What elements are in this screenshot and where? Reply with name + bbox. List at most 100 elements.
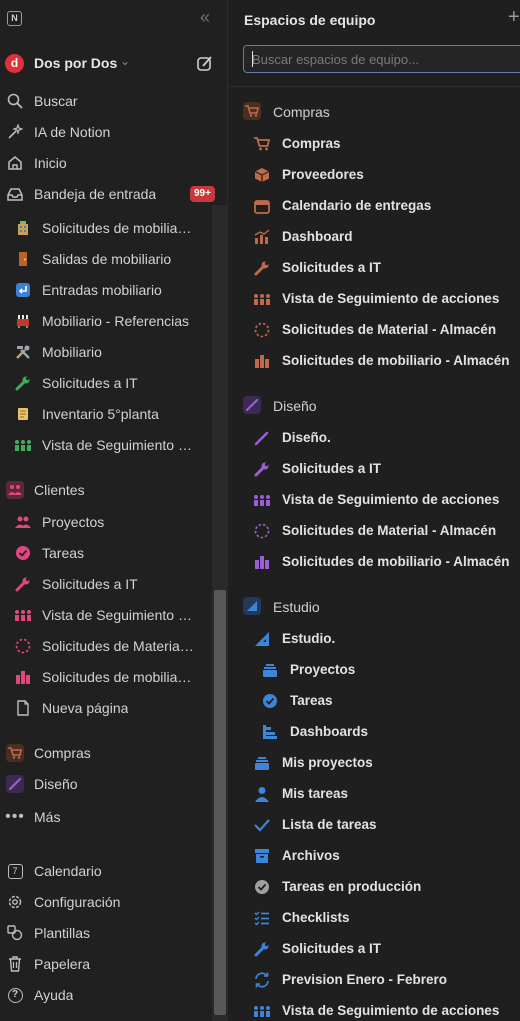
teamspace-page-row[interactable]: Mis proyectos bbox=[249, 750, 519, 776]
teamspace-search-input[interactable] bbox=[252, 50, 512, 68]
office-building-icon bbox=[14, 219, 32, 237]
sidebar-item-tareas[interactable]: Tareas bbox=[0, 539, 216, 567]
sidebar-item-label: Configuración bbox=[34, 894, 121, 910]
teamspace-page-row[interactable]: Lista de tareas bbox=[249, 812, 519, 838]
page-icon bbox=[14, 699, 32, 717]
teamspace-page-row[interactable]: Solicitudes a IT bbox=[249, 936, 519, 962]
section-compras[interactable]: Compras bbox=[243, 100, 513, 124]
teamspace-page-row[interactable]: Proveedores bbox=[249, 162, 519, 188]
sidebar-item-mas[interactable]: ••• Más bbox=[0, 803, 216, 831]
divider bbox=[229, 86, 520, 87]
teamspace-page-row[interactable]: Calendario de entregas bbox=[249, 193, 519, 219]
sidebar-scrollbar-thumb[interactable] bbox=[214, 590, 226, 1015]
teamspace-page-row[interactable]: Tareas en producción bbox=[249, 874, 519, 900]
trash-icon bbox=[6, 955, 24, 973]
teamspace-page-row[interactable]: Checklists bbox=[249, 905, 519, 931]
sidebar-space-diseno[interactable]: Diseño bbox=[0, 770, 216, 798]
page-label: Mis proyectos bbox=[282, 755, 373, 770]
teamspace-page-row[interactable]: Solicitudes a IT bbox=[249, 456, 519, 482]
page-label: Solicitudes de mobiliario - Almacén bbox=[282, 554, 510, 569]
teamspace-search-box[interactable] bbox=[243, 45, 520, 73]
people-icon bbox=[14, 513, 32, 531]
teamspace-page-row[interactable]: Estudio. bbox=[249, 626, 519, 652]
sidebar-item-label: Calendario bbox=[34, 863, 102, 879]
page-label: Lista de tareas bbox=[282, 817, 377, 832]
sidebar-item-label: Ayuda bbox=[34, 987, 74, 1003]
brush-icon bbox=[243, 396, 261, 414]
sidebar-item-calendario[interactable]: 7 Calendario bbox=[0, 857, 216, 885]
wrench-icon bbox=[14, 374, 32, 392]
sidebar-space-clientes[interactable]: Clientes bbox=[0, 476, 216, 504]
text-caret bbox=[252, 51, 253, 67]
teamspace-page-row[interactable]: Vista de Seguimiento de acciones bbox=[249, 286, 519, 312]
scroll-icon bbox=[14, 405, 32, 423]
clientes-space-icon bbox=[6, 481, 24, 499]
teamspace-page-row[interactable]: Mis tareas bbox=[249, 781, 519, 807]
gantt-icon bbox=[261, 723, 279, 741]
teamspace-page-row[interactable]: Solicitudes de Material - Almacén bbox=[249, 317, 519, 343]
collapse-sidebar-icon[interactable]: « bbox=[195, 8, 215, 28]
teamspace-page-row[interactable]: Diseño. bbox=[249, 425, 519, 451]
sidebar-item-home[interactable]: Inicio bbox=[0, 149, 216, 177]
sidebar-item-configuracion[interactable]: Configuración bbox=[0, 888, 216, 916]
group-icon bbox=[14, 606, 32, 624]
teamspace-page-row[interactable]: Compras bbox=[249, 131, 519, 157]
teamspace-page-row[interactable]: Dashboards bbox=[249, 719, 519, 745]
sidebar-item-nueva-pagina[interactable]: Nueva página bbox=[0, 694, 216, 722]
teamspace-page-row[interactable]: Archivos bbox=[249, 843, 519, 869]
sidebar-item-seguimiento[interactable]: Vista de Seguimiento de acciones bbox=[0, 431, 216, 459]
building-icon bbox=[253, 553, 271, 571]
sidebar-space-label: Clientes bbox=[34, 482, 85, 498]
sidebar-item-ai[interactable]: IA de Notion bbox=[0, 118, 216, 146]
page-label: Tareas en producción bbox=[282, 879, 422, 894]
sidebar-item-salidas[interactable]: Salidas de mobiliario bbox=[0, 245, 216, 273]
section-diseno[interactable]: Diseño bbox=[243, 394, 513, 418]
sidebar-item-solicitudes-it-clientes[interactable]: Solicitudes a IT bbox=[0, 570, 216, 598]
building-icon bbox=[253, 352, 271, 370]
sidebar-item-seguimiento-clientes[interactable]: Vista de Seguimiento de acciones bbox=[0, 601, 216, 629]
sidebar-item-inbox[interactable]: Bandeja de entrada 99+ bbox=[0, 180, 216, 208]
teamspace-page-row[interactable]: Dashboard bbox=[249, 224, 519, 250]
sidebar-item-material-almacen[interactable]: Solicitudes de Material - Almacén bbox=[0, 632, 216, 660]
sidebar-item-mobiliario-referencias[interactable]: Mobiliario - Referencias bbox=[0, 307, 216, 335]
return-arrow-icon bbox=[14, 281, 32, 299]
section-estudio[interactable]: Estudio bbox=[243, 595, 513, 619]
sidebar-item-mobiliario[interactable]: Mobiliario bbox=[0, 338, 216, 366]
search-icon bbox=[6, 92, 24, 110]
notion-logo-icon[interactable]: N bbox=[7, 11, 22, 26]
check-circle-icon bbox=[14, 544, 32, 562]
gear-icon bbox=[6, 893, 24, 911]
teamspace-page-row[interactable]: Solicitudes de mobiliario - Almacén bbox=[249, 348, 519, 374]
add-teamspace-button[interactable]: + bbox=[508, 6, 520, 29]
page-label: Dashboards bbox=[290, 724, 369, 739]
wrench-icon bbox=[253, 940, 271, 958]
teamspace-page-row[interactable]: Vista de Seguimiento de acciones bbox=[249, 487, 519, 513]
sidebar-item-inventario[interactable]: Inventario 5°planta bbox=[0, 400, 216, 428]
sidebar-item-search[interactable]: Buscar bbox=[0, 87, 216, 115]
new-page-icon[interactable] bbox=[195, 54, 215, 74]
wrench-icon bbox=[253, 460, 271, 478]
teamspace-page-row[interactable]: Tareas bbox=[249, 688, 519, 714]
sidebar-item-proyectos[interactable]: Proyectos bbox=[0, 508, 216, 536]
teamspace-page-row[interactable]: Solicitudes a IT bbox=[249, 255, 519, 281]
teamspace-page-row[interactable]: Vista de Seguimiento de acciones bbox=[249, 998, 519, 1021]
sidebar-item-ayuda[interactable]: ? Ayuda bbox=[0, 981, 216, 1009]
sidebar-item-mobiliario-clientes[interactable]: Solicitudes de mobiliario - Almacén bbox=[0, 663, 216, 691]
teamspace-page-row[interactable]: Prevision Enero - Febrero bbox=[249, 967, 519, 993]
sidebar-item-solicitudes-it[interactable]: Solicitudes a IT bbox=[0, 369, 216, 397]
sidebar-item-mobiliario-almacen[interactable]: Solicitudes de mobiliario - Almacén bbox=[0, 214, 216, 242]
cart-icon bbox=[243, 102, 261, 120]
sidebar-space-compras[interactable]: Compras bbox=[0, 739, 216, 767]
sidebar-item-label: IA de Notion bbox=[34, 124, 111, 140]
sidebar-item-plantillas[interactable]: Plantillas bbox=[0, 919, 216, 947]
sidebar-item-label: Inicio bbox=[34, 155, 67, 171]
sidebar-item-papelera[interactable]: Papelera bbox=[0, 950, 216, 978]
teamspace-page-row[interactable]: Solicitudes de mobiliario - Almacén bbox=[249, 549, 519, 575]
teamspace-page-row[interactable]: Solicitudes de Material - Almacén bbox=[249, 518, 519, 544]
teamspace-page-row[interactable]: Proyectos bbox=[249, 657, 519, 683]
workspace-switcher[interactable]: d Dos por Dos ⌄ bbox=[0, 50, 227, 76]
more-icon: ••• bbox=[5, 808, 25, 825]
inbox-icon bbox=[6, 185, 24, 203]
dashed-circle-icon bbox=[253, 522, 271, 540]
sidebar-item-entradas[interactable]: Entradas mobiliario bbox=[0, 276, 216, 304]
